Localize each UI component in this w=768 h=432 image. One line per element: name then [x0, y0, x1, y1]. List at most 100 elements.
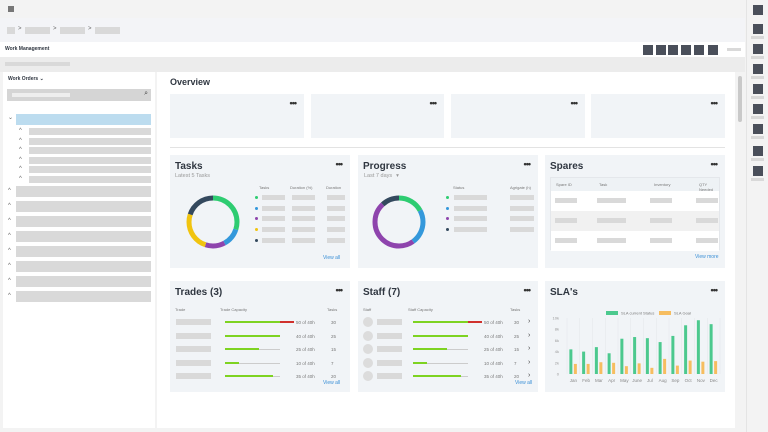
chevron-up-icon[interactable]: ^ — [19, 166, 22, 172]
bar-current[interactable] — [607, 353, 611, 374]
work-orders-dropdown[interactable]: Work Orders ⌄ — [8, 76, 44, 82]
bar-goal[interactable] — [663, 358, 667, 374]
tree-item[interactable] — [16, 276, 151, 287]
toolbar-button[interactable] — [681, 45, 691, 55]
more-icon[interactable]: ••• — [290, 98, 298, 108]
capacity-row[interactable]: 10 of 40h 7 › — [358, 357, 538, 369]
view-all-link[interactable]: View all — [515, 380, 532, 386]
chevron-up-icon[interactable]: ^ — [8, 233, 11, 239]
capacity-row[interactable]: 25 of 40h 15 — [170, 345, 350, 355]
tree-child-item[interactable] — [29, 166, 151, 174]
capacity-row[interactable]: 50 of 40h 30 — [170, 318, 350, 328]
toolbar-button[interactable] — [668, 45, 678, 55]
bar-goal[interactable] — [688, 360, 692, 374]
chevron-up-icon[interactable]: ^ — [19, 157, 22, 163]
tree-item[interactable] — [16, 231, 151, 242]
more-icon[interactable]: ••• — [430, 98, 438, 108]
more-icon[interactable]: ••• — [711, 159, 719, 169]
tree-item[interactable] — [16, 216, 151, 227]
chevron-right-icon[interactable]: › — [528, 359, 530, 366]
breadcrumb-item[interactable] — [25, 27, 50, 34]
bar-goal[interactable] — [624, 366, 628, 374]
bar-current[interactable] — [582, 351, 586, 374]
chevron-up-icon[interactable]: ^ — [8, 188, 11, 194]
chevron-up-icon[interactable]: ^ — [19, 128, 22, 134]
capacity-row[interactable]: 40 of 40h 25 › — [358, 330, 538, 342]
bar-current[interactable] — [620, 338, 624, 374]
bar-current[interactable] — [645, 338, 649, 374]
chevron-up-icon[interactable]: ^ — [8, 248, 11, 254]
capacity-row[interactable]: 40 of 40h 25 — [170, 332, 350, 342]
bar-goal[interactable] — [675, 365, 679, 374]
breadcrumb-item[interactable] — [95, 27, 120, 34]
tree-child-item[interactable] — [29, 128, 151, 135]
bar-current[interactable] — [594, 347, 598, 374]
bar-goal[interactable] — [599, 362, 603, 374]
bar-current[interactable] — [658, 342, 662, 374]
bar-goal[interactable] — [650, 367, 654, 374]
bar-current[interactable] — [569, 349, 573, 374]
chevron-up-icon[interactable]: ^ — [19, 176, 22, 182]
more-icon[interactable]: ••• — [524, 285, 532, 295]
bar-current[interactable] — [671, 335, 675, 374]
rail-button[interactable] — [753, 24, 763, 34]
chevron-up-icon[interactable]: ^ — [8, 293, 11, 299]
toolbar-button[interactable] — [656, 45, 666, 55]
rail-button[interactable] — [753, 166, 763, 176]
bar-current[interactable] — [709, 324, 713, 374]
bar-goal[interactable] — [714, 361, 718, 374]
rail-button[interactable] — [753, 64, 763, 74]
toolbar-option[interactable] — [727, 48, 741, 51]
toolbar-button[interactable] — [643, 45, 653, 55]
tree-child-item[interactable] — [29, 147, 151, 155]
chevron-up-icon[interactable]: ^ — [8, 203, 11, 209]
tree-item[interactable] — [16, 291, 151, 302]
date-range-dropdown[interactable]: Last 7 days ▾ — [364, 173, 399, 179]
chevron-up-icon[interactable]: ^ — [19, 147, 22, 153]
toolbar-button[interactable] — [708, 45, 718, 55]
rail-button[interactable] — [753, 104, 763, 114]
tree-child-item[interactable] — [29, 137, 151, 145]
view-all-link[interactable]: View all — [323, 380, 340, 386]
table-row[interactable] — [551, 191, 719, 211]
chevron-up-icon[interactable]: ^ — [8, 278, 11, 284]
toolbar-button[interactable] — [694, 45, 704, 55]
search-icon[interactable]: ⌕ — [144, 90, 148, 98]
bar-goal[interactable] — [701, 361, 705, 374]
capacity-row[interactable]: 50 of 40h 30 › — [358, 317, 538, 328]
search-input[interactable]: ⌕ — [7, 89, 151, 101]
rail-button[interactable] — [753, 5, 763, 15]
more-icon[interactable]: ••• — [336, 285, 344, 295]
bar-goal[interactable] — [573, 363, 577, 374]
tree-child-item[interactable] — [29, 156, 151, 164]
chevron-right-icon[interactable]: › — [528, 332, 530, 339]
rail-button[interactable] — [753, 124, 763, 134]
view-more-link[interactable]: View more — [695, 254, 719, 260]
bar-current[interactable] — [696, 320, 700, 374]
bar-goal[interactable] — [637, 363, 641, 374]
tree-item[interactable] — [16, 201, 151, 212]
chevron-up-icon[interactable]: ^ — [19, 138, 22, 144]
chevron-right-icon[interactable]: › — [528, 372, 530, 379]
rail-button[interactable] — [753, 146, 763, 156]
capacity-row[interactable]: 25 of 40h 15 › — [358, 344, 538, 355]
rail-button[interactable] — [753, 84, 763, 94]
more-icon[interactable]: ••• — [571, 98, 579, 108]
chevron-down-icon[interactable]: ⌄ — [8, 114, 13, 121]
more-icon[interactable]: ••• — [524, 159, 532, 169]
menu-icon[interactable] — [8, 6, 14, 12]
chevron-right-icon[interactable]: › — [528, 345, 530, 352]
tree-item[interactable] — [16, 186, 151, 197]
chevron-right-icon[interactable]: › — [528, 318, 530, 325]
scrollbar[interactable] — [738, 76, 742, 122]
table-row[interactable] — [551, 211, 719, 231]
bar-goal[interactable] — [612, 362, 616, 374]
chevron-up-icon[interactable]: ^ — [8, 218, 11, 224]
bar-current[interactable] — [684, 325, 688, 374]
tree-item-selected[interactable] — [16, 114, 151, 125]
bar-current[interactable] — [633, 337, 637, 374]
tree-child-item[interactable] — [29, 176, 151, 183]
bar-goal[interactable] — [586, 363, 590, 374]
rail-button[interactable] — [753, 44, 763, 54]
table-row[interactable] — [551, 231, 719, 251]
